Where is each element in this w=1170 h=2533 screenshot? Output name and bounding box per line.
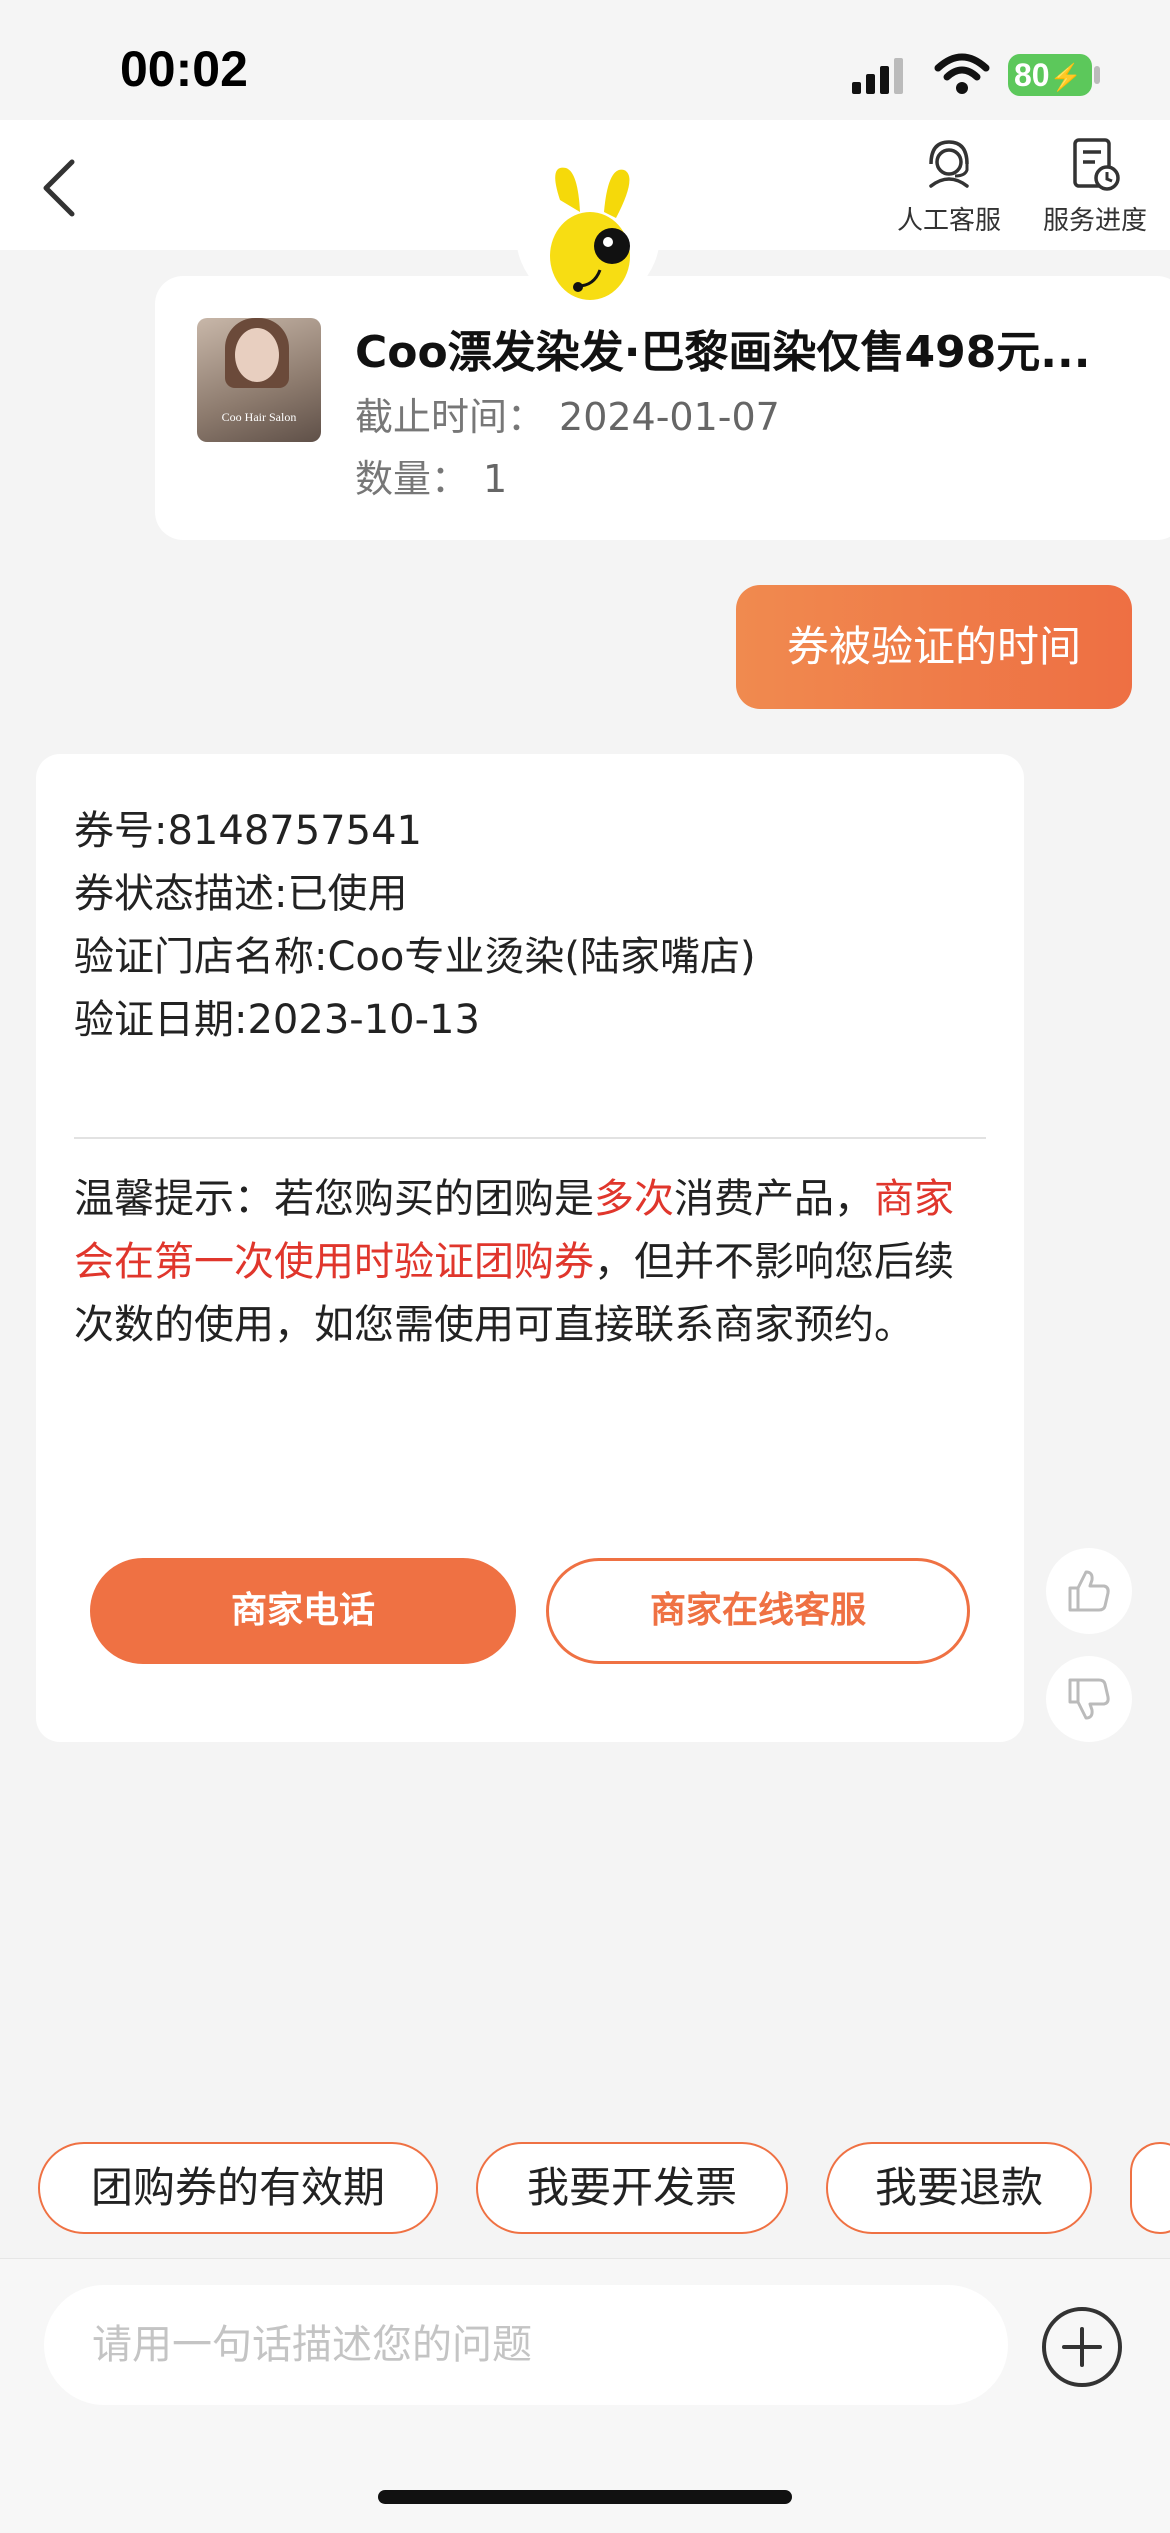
thumbs-down-icon bbox=[1068, 1678, 1110, 1720]
headset-icon bbox=[929, 140, 969, 188]
merchant-online-service-button[interactable]: 商家在线客服 bbox=[546, 1558, 970, 1664]
thumb-logo: Coo Hair Salon bbox=[221, 410, 297, 424]
chip-refund[interactable]: 我要退款 bbox=[826, 2142, 1092, 2234]
coupon-status: 券状态描述:已使用 bbox=[74, 871, 408, 917]
deadline-value: 2024-01-07 bbox=[559, 395, 780, 439]
tip-part-1: 温馨提示：若您购买的团购是 bbox=[74, 1176, 594, 1222]
bot-answer-card: 券号:8148757541 券状态描述:已使用 验证门店名称:Coo专业烫染(陆… bbox=[36, 754, 1024, 1742]
battery-tip bbox=[1094, 66, 1100, 84]
thumbs-up-button[interactable] bbox=[1046, 1548, 1132, 1634]
cellular-signal-icon bbox=[852, 58, 903, 94]
tip-highlight-1: 多次 bbox=[594, 1176, 674, 1222]
chip-coupon-validity[interactable]: 团购券的有效期 bbox=[38, 2142, 438, 2234]
battery-level: 80 bbox=[1014, 57, 1050, 93]
battery-icon: 80⚡ bbox=[1008, 54, 1092, 96]
tip-text: 温馨提示：若您购买的团购是多次消费产品，商家会在第一次使用时验证团购券，但并不影… bbox=[74, 1168, 974, 1357]
user-message-bubble: 券被验证的时间 bbox=[736, 585, 1132, 709]
progress-doc-icon bbox=[1073, 138, 1120, 191]
service-progress-button[interactable]: 服务进度 bbox=[1030, 134, 1160, 237]
deadline-row: 截止时间： 2024-01-07 bbox=[355, 386, 780, 441]
thumbs-up-icon bbox=[1068, 1570, 1110, 1612]
status-bar: 00:02 80⚡ bbox=[0, 0, 1170, 120]
suggestion-chips: 团购券的有效期 我要开发票 我要退款 bbox=[0, 2142, 1170, 2238]
deadline-label: 截止时间： bbox=[355, 395, 546, 439]
product-title: Coo漂发染发·巴黎画染仅售498元... bbox=[355, 327, 1091, 378]
quantity-label: 数量： bbox=[355, 457, 470, 501]
divider bbox=[74, 1137, 986, 1139]
back-icon[interactable] bbox=[38, 158, 88, 218]
verify-store: 验证门店名称:Coo专业烫染(陆家嘴店) bbox=[74, 934, 756, 980]
quantity-row: 数量： 1 bbox=[355, 448, 507, 503]
verify-date: 验证日期:2023-10-13 bbox=[74, 997, 480, 1043]
chip-more[interactable] bbox=[1130, 2142, 1170, 2234]
status-time: 00:02 bbox=[120, 41, 248, 97]
wifi-icon bbox=[934, 53, 990, 94]
question-input[interactable] bbox=[44, 2285, 1008, 2405]
human-service-label: 人工客服 bbox=[896, 206, 1001, 236]
product-thumbnail: Coo Hair Salon bbox=[197, 318, 321, 442]
quantity-value: 1 bbox=[483, 457, 508, 501]
merchant-phone-button[interactable]: 商家电话 bbox=[90, 1558, 516, 1664]
add-icon[interactable] bbox=[1040, 2305, 1124, 2389]
home-indicator bbox=[378, 2490, 792, 2504]
human-service-button[interactable]: 人工客服 bbox=[884, 134, 1014, 237]
thumbs-down-button[interactable] bbox=[1046, 1656, 1132, 1742]
thumb-face bbox=[235, 328, 279, 382]
tip-part-2: 消费产品， bbox=[674, 1176, 874, 1222]
product-card[interactable]: Coo Hair Salon Coo漂发染发·巴黎画染仅售498元... 截止时… bbox=[155, 276, 1170, 540]
mascot-avatar bbox=[516, 163, 660, 307]
coupon-number: 券号:8148757541 bbox=[74, 808, 422, 854]
service-progress-label: 服务进度 bbox=[1042, 206, 1147, 236]
chip-invoice[interactable]: 我要开发票 bbox=[476, 2142, 788, 2234]
